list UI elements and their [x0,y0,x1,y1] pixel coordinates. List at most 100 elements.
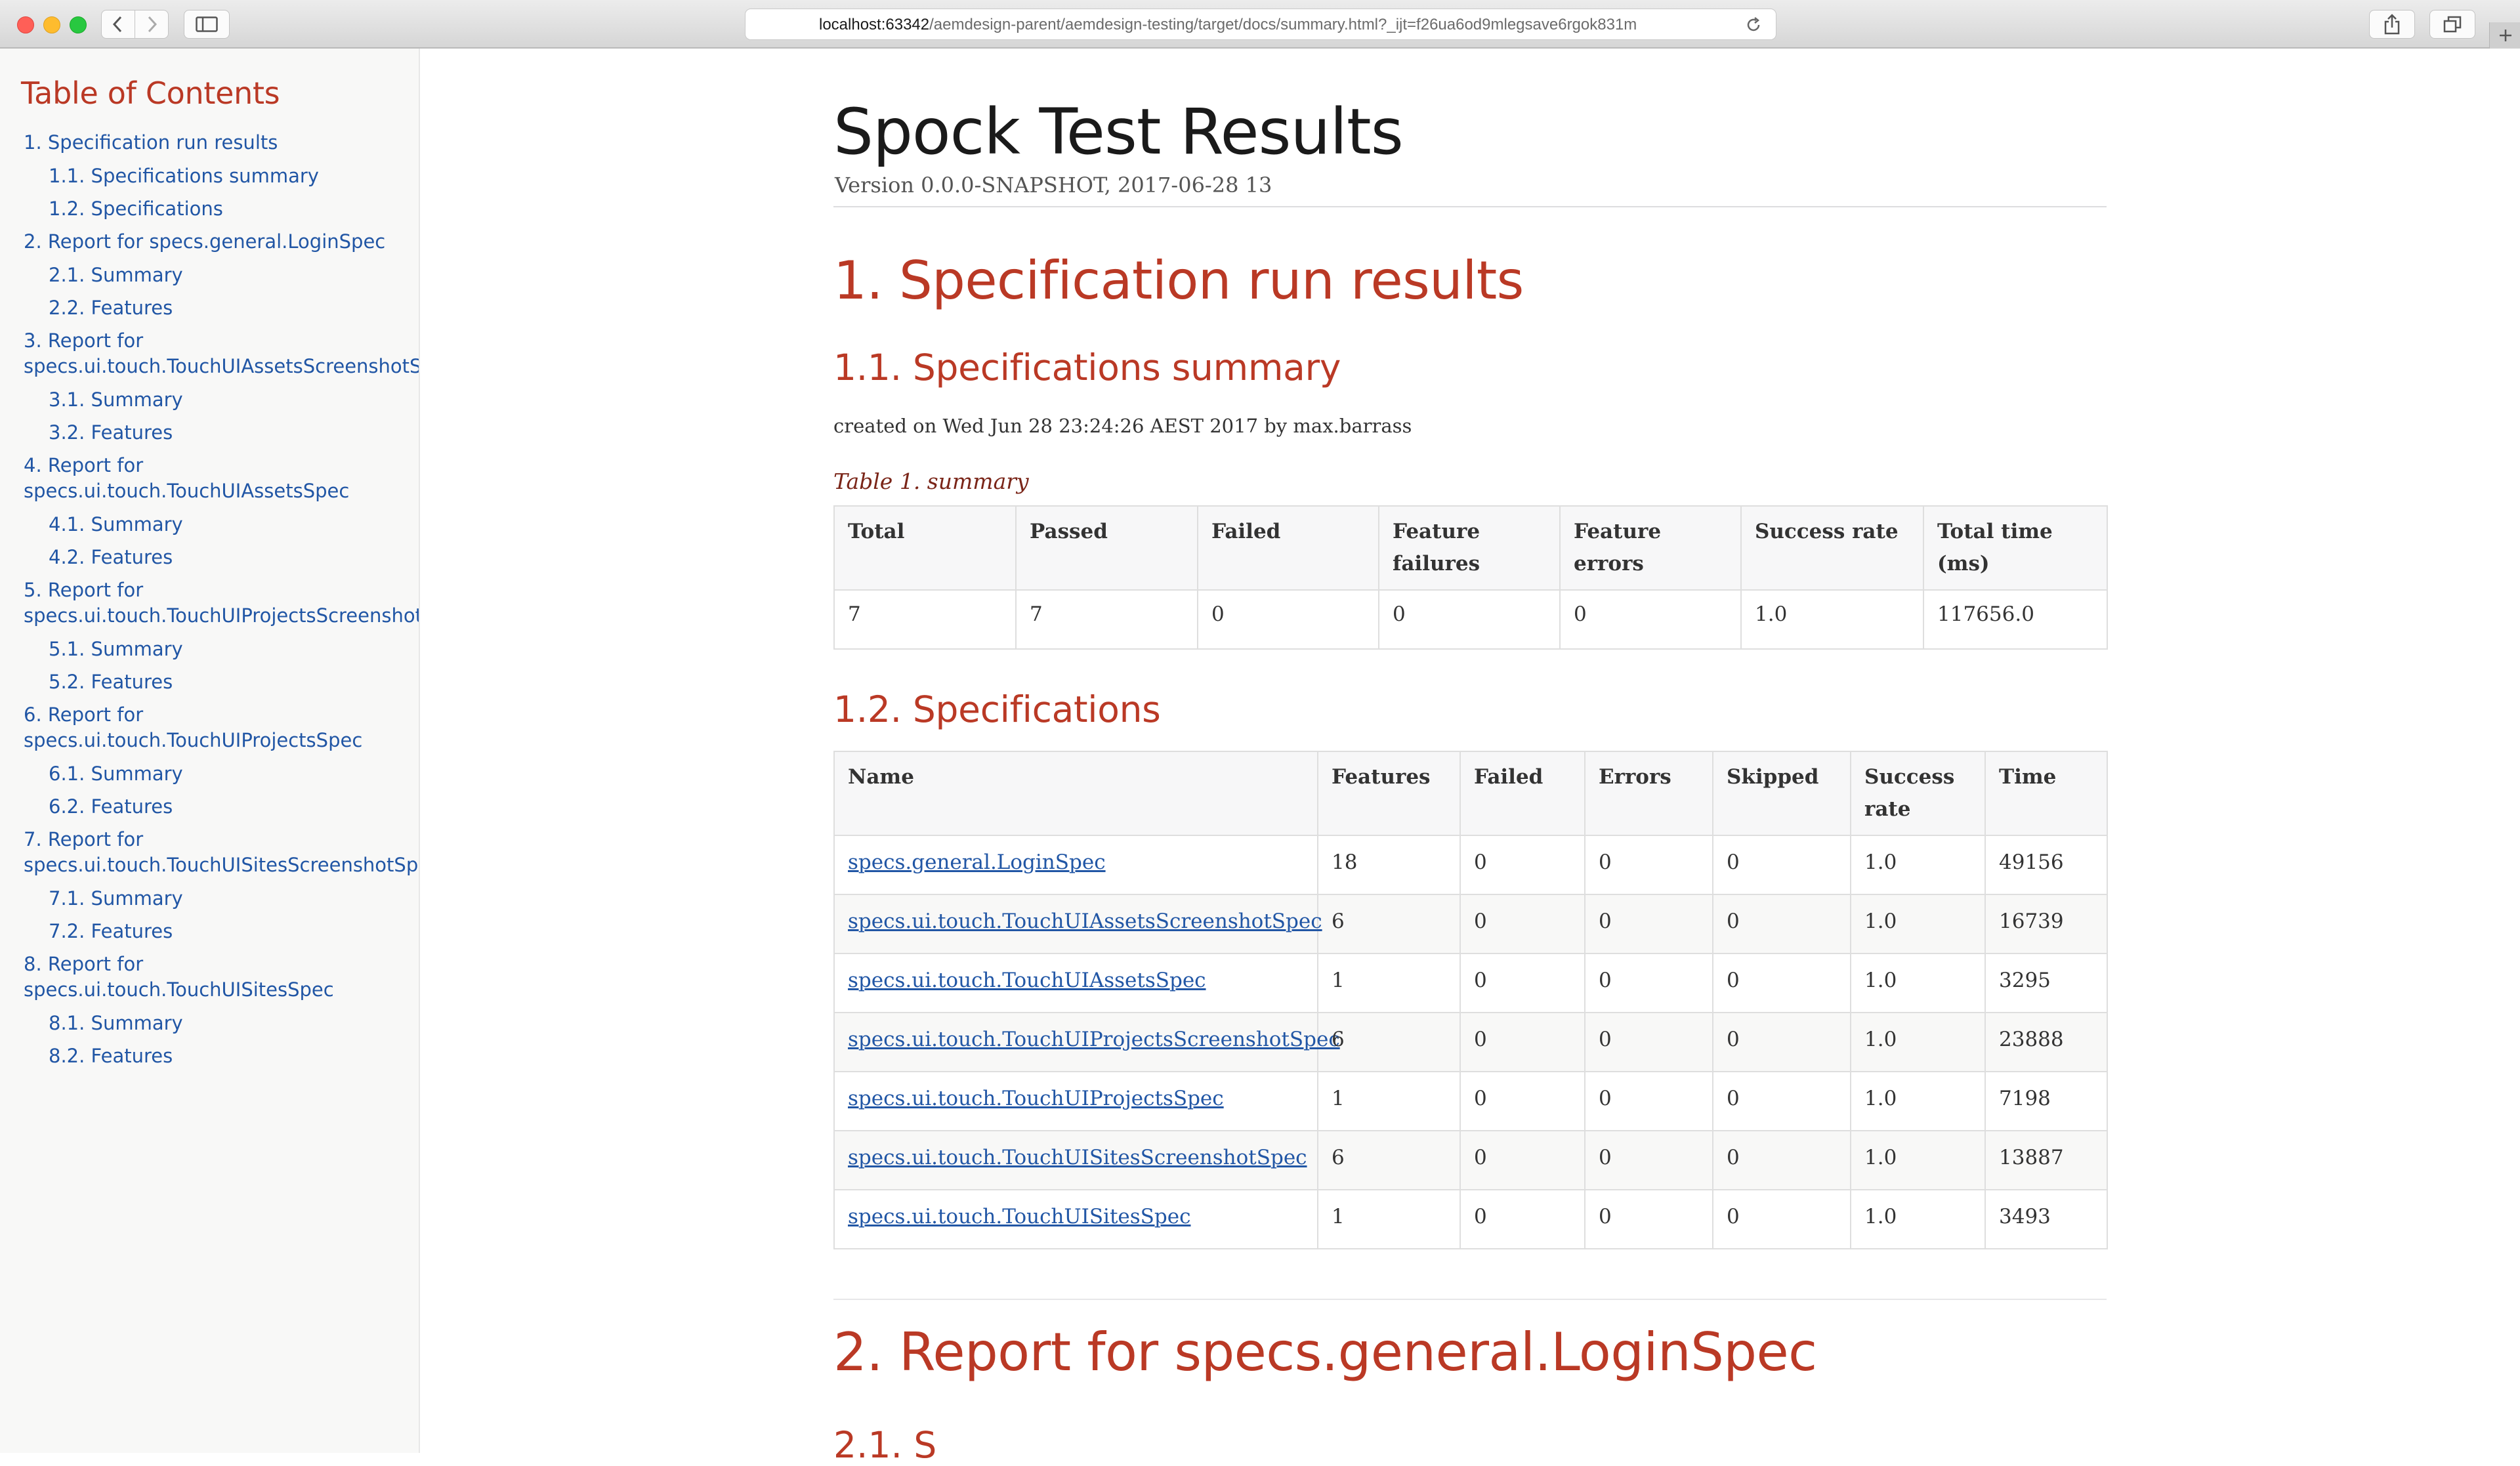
column-header: Failed [1460,751,1586,836]
toc-item-1-1[interactable]: 1.1. Specifications summary [24,159,419,192]
spec-link[interactable]: specs.general.LoginSpec [848,850,1106,874]
header-divider [833,206,2107,207]
table-cell: 0 [1460,1130,1586,1190]
subsection-heading-specs-summary: 1.1. Specifications summary [833,346,1341,388]
toc-item-6[interactable]: 6. Report for specs.ui.touch.TouchUIProje… [24,698,419,757]
toc-item-6-2[interactable]: 6.2. Features [24,790,419,823]
toc-item-5[interactable]: 5. Report for specs.ui.touch.TouchUIProje… [24,574,419,633]
table-cell: 6 [1317,1012,1461,1072]
table-cell: 0 [1584,1130,1713,1190]
spec-link[interactable]: specs.ui.touch.TouchUIProjectsScreenshot… [848,1028,1340,1051]
table-cell: 1 [1317,1189,1461,1249]
table-cell: 0 [1460,1071,1586,1131]
table-row: specs.ui.touch.TouchUISitesSpec 1 0 0 0 … [833,1189,2108,1249]
toc-item-8-1[interactable]: 8.1. Summary [24,1007,419,1039]
table-row: 7 7 0 0 0 1.0 117656.0 [833,589,2108,650]
spec-link[interactable]: specs.ui.touch.TouchUIProjectsSpec [848,1087,1224,1110]
table-cell: 3493 [1984,1189,2108,1249]
toc-item-3-spec: specs.ui.touch.TouchUIAssetsScreenshotSp… [24,355,420,377]
spec-link[interactable]: specs.ui.touch.TouchUIAssetsScreenshotSp… [848,910,1322,933]
toc-item-3-prefix: 3. Report for [24,329,144,352]
window-minimize-button[interactable] [43,16,60,33]
spec-link[interactable]: specs.ui.touch.TouchUISitesScreenshotSpe… [848,1146,1307,1169]
address-bar[interactable]: localhost:63342/aemdesign-parent/aemdesi… [745,9,1776,40]
window-close-button[interactable] [17,16,34,33]
table-row: specs.ui.touch.TouchUISitesScreenshotSpe… [833,1130,2108,1190]
tabs-icon [2443,16,2462,33]
toc-item-1[interactable]: 1. Specification run results [24,126,419,159]
spec-name-cell: specs.ui.touch.TouchUISitesScreenshotSpe… [833,1130,1318,1190]
new-tab-button[interactable] [2489,22,2520,49]
table-cell: 0 [1584,1071,1713,1131]
table-cell: 1 [1317,1071,1461,1131]
column-header: Total [833,505,1017,591]
share-icon [2384,14,2400,35]
reload-icon[interactable] [1744,16,1763,34]
table-cell: 1.0 [1850,953,1986,1013]
table-cell: 0 [1584,835,1713,895]
column-header: Success rate [1850,751,1986,836]
sidebar-toggle-button[interactable] [184,10,230,39]
toc-item-3-1[interactable]: 3.1. Summary [24,383,419,416]
table-cell: 3295 [1984,953,2108,1013]
table-cell: 0 [1460,1189,1586,1249]
share-button[interactable] [2369,10,2415,39]
toc-item-2-1[interactable]: 2.1. Summary [24,259,419,291]
forward-button[interactable] [135,10,169,39]
toc-item-1-2[interactable]: 1.2. Specifications [24,192,419,225]
toc-item-8[interactable]: 8. Report for specs.ui.touch.TouchUISites… [24,948,419,1007]
table-cell: 1.0 [1850,1012,1986,1072]
table-cell: 23888 [1984,1012,2108,1072]
toc-item-7-1[interactable]: 7.1. Summary [24,882,419,915]
toc-item-5-1[interactable]: 5.1. Summary [24,633,419,665]
column-header: Errors [1584,751,1713,836]
window-zoom-button[interactable] [70,16,87,33]
toc-item-5-spec: specs.ui.touch.TouchUIProjectsScreenshot… [24,604,419,627]
chevron-right-icon [148,16,158,33]
table-cell: 0 [1584,1012,1713,1072]
toc-item-3-2[interactable]: 3.2. Features [24,416,419,449]
column-header: Success rate [1740,505,1924,591]
table-cell: 0 [1712,1130,1851,1190]
table-cell: 0 [1712,953,1851,1013]
table-row: specs.ui.touch.TouchUIAssetsScreenshotSp… [833,894,2108,954]
document-version: Version 0.0.0-SNAPSHOT, 2017-06-28 13 [835,173,1272,198]
toc-item-2[interactable]: 2. Report for specs.general.LoginSpec [24,225,419,259]
table-header-row: Name Features Failed Errors Skipped Succ… [833,751,2108,836]
toc-item-4-1[interactable]: 4.1. Summary [24,508,419,541]
toc-item-8-2[interactable]: 8.2. Features [24,1039,419,1072]
table-cell: 0 [1559,589,1742,650]
toc-item-4-2[interactable]: 4.2. Features [24,541,419,574]
toc-item-4-prefix: 4. Report for [24,454,144,476]
table-cell: 0 [1460,894,1586,954]
column-header: Passed [1015,505,1198,591]
spec-link[interactable]: specs.ui.touch.TouchUISitesSpec [848,1205,1190,1228]
column-header: Time [1984,751,2108,836]
spec-name-cell: specs.ui.touch.TouchUIAssetsSpec [833,953,1318,1013]
table-cell: 0 [1584,894,1713,954]
column-header: Feature errors [1559,505,1742,591]
back-button[interactable] [101,10,135,39]
toc-item-5-2[interactable]: 5.2. Features [24,665,419,698]
toc-item-6-1[interactable]: 6.1. Summary [24,757,419,790]
toc-item-3[interactable]: 3. Report for specs.ui.touch.TouchUIAsset… [24,324,420,383]
sidebar-icon [196,16,218,32]
show-tabs-button[interactable] [2429,10,2475,39]
toc-item-4[interactable]: 4. Report for specs.ui.touch.TouchUIAsset… [24,449,419,508]
toc-item-7-2[interactable]: 7.2. Features [24,915,419,948]
section-heading-loginspec-report: 2. Report for specs.general.LoginSpec [833,1322,1817,1383]
table-cell: 1.0 [1850,1130,1986,1190]
toc-item-7-prefix: 7. Report for [24,828,144,850]
table-row: specs.general.LoginSpec 18 0 0 0 1.0 491… [833,835,2108,895]
toc-item-7[interactable]: 7. Report for specs.ui.touch.TouchUISites… [24,823,419,882]
spec-name-cell: specs.ui.touch.TouchUIProjectsSpec [833,1071,1318,1131]
table-cell: 0 [1584,1189,1713,1249]
spec-link[interactable]: specs.ui.touch.TouchUIAssetsSpec [848,969,1206,992]
spec-name-cell: specs.ui.touch.TouchUIAssetsScreenshotSp… [833,894,1322,954]
document-title: Spock Test Results [833,95,1404,169]
table-cell: 7198 [1984,1071,2108,1131]
table-cell: 0 [1712,1189,1851,1249]
toc-item-2-2[interactable]: 2.2. Features [24,291,419,324]
spec-name-cell: specs.ui.touch.TouchUIProjectsScreenshot… [833,1012,1340,1072]
table-cell: 13887 [1984,1130,2108,1190]
